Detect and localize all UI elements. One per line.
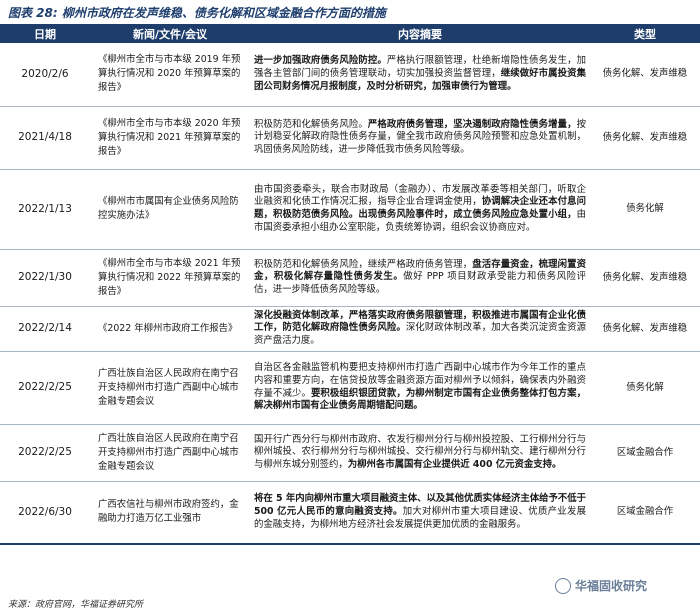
cell-news: 《2022 年柳州市政府工作报告》: [90, 306, 250, 352]
table-row: 2022/2/25 广西壮族自治区人民政府在南宁召开支持柳州市打造广西副中心城市金…: [0, 351, 700, 425]
table-row: 2021/4/18 《柳州市全市与市本级 2020 年预算执行情况和 2021 年…: [0, 106, 700, 170]
cell-date: 2022/2/25: [0, 424, 90, 482]
cell-date: 2020/2/6: [0, 43, 90, 107]
summary-segment: 为柳州各市属国有企业提供近 400 亿元资金支持。: [347, 458, 562, 470]
cell-news: 广西农信社与柳州市政府签约，金融助力打造万亿工业强市: [90, 481, 250, 545]
source-note: 来源：政府官网，华福证券研究所: [8, 600, 144, 610]
cell-date: 2022/1/30: [0, 249, 90, 307]
policy-table: 日期 新闻/文件/会议 内容摘要 类型 2020/2/6 《柳州市全市与市本级 2…: [0, 24, 700, 545]
cell-date: 2021/4/18: [0, 106, 90, 170]
table-row: 2022/2/25 广西壮族自治区人民政府在南宁召开支持柳州市打造广西副中心城市金…: [0, 424, 700, 482]
watermark-text: 华福固收研究: [575, 579, 648, 593]
summary-segment: 进一步加强政府债务风险防控。: [254, 55, 387, 67]
cell-type: 债务化解、发声维稳: [590, 43, 700, 107]
cell-date: 2022/6/30: [0, 481, 90, 545]
table-row: 2022/1/13 《柳州市市属国有企业债务风险防控实施办法》 由市国资委牵头，联合…: [0, 169, 700, 250]
cell-summary: 自治区各金融监管机构要把支持柳州市打造广西副中心城市作为今年工作的重点内容和重要…: [250, 351, 590, 425]
table-header: 日期 新闻/文件/会议 内容摘要 类型: [0, 24, 700, 43]
cell-news: 《柳州市市属国有企业债务风险防控实施办法》: [90, 169, 250, 250]
header-summary: 内容摘要: [250, 24, 590, 43]
watermark: 华福固收研究: [555, 577, 647, 594]
header-date: 日期: [0, 24, 90, 43]
cell-news: 广西壮族自治区人民政府在南宁召开支持柳州市打造广西副中心城市金融专题会议: [90, 424, 250, 482]
cell-date: 2022/2/14: [0, 306, 90, 352]
cell-summary: 将在 5 年内向柳州市重大项目融资主体、以及其他优质实体经济主体给予不低于 50…: [250, 481, 590, 545]
cell-news: 《柳州市全市与市本级 2019 年预算执行情况和 2020 年预算草案的报告》: [90, 43, 250, 107]
figure-title: 图表 28: 柳州市政府在发声维稳、债务化解和区域金融合作方面的措施: [8, 6, 386, 20]
cell-date: 2022/1/13: [0, 169, 90, 250]
summary-segment: 积极防范和化解债务风险，继续严格政府债务管理，: [254, 258, 473, 270]
cell-type: 债务化解、发声维稳: [590, 106, 700, 170]
cell-summary: 由市国资委牵头，联合市财政局（金融办）、市发展改革委等相关部门，听取企业融资和化…: [250, 169, 590, 250]
cell-type: 债务化解、发声维稳: [590, 249, 700, 307]
wechat-icon: [555, 577, 571, 594]
cell-news: 《柳州市全市与市本级 2021 年预算执行情况和 2022 年预算草案的报告》: [90, 249, 250, 307]
header-type: 类型: [590, 24, 700, 43]
summary-segment: 积极防范和化解债务风险。: [254, 118, 368, 130]
table-row: 2022/6/30 广西农信社与柳州市政府签约，金融助力打造万亿工业强市 将在 5 …: [0, 481, 700, 545]
cell-news: 广西壮族自治区人民政府在南宁召开支持柳州市打造广西副中心城市金融专题会议: [90, 351, 250, 425]
table-row: 2020/2/6 《柳州市全市与市本级 2019 年预算执行情况和 2020 年预…: [0, 43, 700, 107]
cell-type: 区域金融合作: [590, 424, 700, 482]
cell-date: 2022/2/25: [0, 351, 90, 425]
table-row: 2022/2/14 《2022 年柳州市政府工作报告》 深化投融资体制改革，严格落实…: [0, 306, 700, 352]
cell-type: 债务化解: [590, 351, 700, 425]
cell-summary: 积极防范和化解债务风险。严格政府债务管理，坚决遏制政府隐性债务增量，按计划稳妥化…: [250, 106, 590, 170]
summary-segment: 严格政府债务管理，坚决遏制政府隐性债务增量，: [367, 118, 577, 130]
cell-summary: 进一步加强政府债务风险防控。严格执行限额管理，杜绝新增隐性债务发生，加强各主管部…: [250, 43, 590, 107]
table-row: 2022/1/30 《柳州市全市与市本级 2021 年预算执行情况和 2022 年…: [0, 249, 700, 307]
cell-type: 债务化解、发声维稳: [590, 306, 700, 352]
cell-news: 《柳州市全市与市本级 2020 年预算执行情况和 2021 年预算草案的报告》: [90, 106, 250, 170]
cell-summary: 积极防范和化解债务风险，继续严格政府债务管理，盘活存量资金，梳理闲置资金，积极化…: [250, 249, 590, 307]
cell-summary: 国开行广西分行与柳州市政府、农发行柳州分行与柳州投控股、工行柳州分行与柳州城投、…: [250, 424, 590, 482]
cell-type: 区域金融合作: [590, 481, 700, 545]
cell-summary: 深化投融资体制改革，严格落实政府债务限额管理，积极推进市属国有企业化债工作，防范…: [250, 306, 590, 352]
cell-type: 债务化解: [590, 169, 700, 250]
header-news: 新闻/文件/会议: [90, 24, 250, 43]
